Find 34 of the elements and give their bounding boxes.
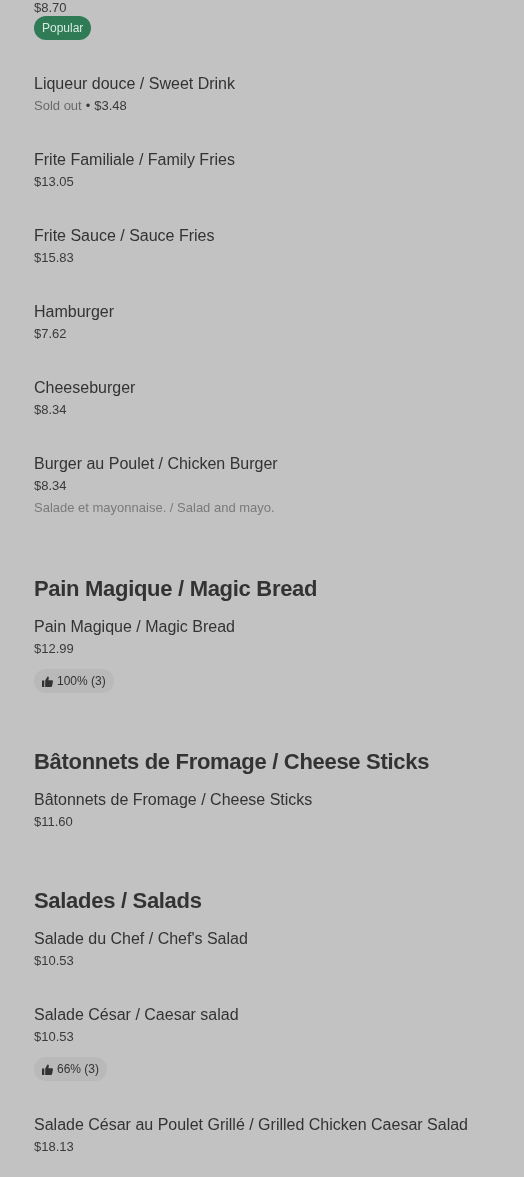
item-description: Salade et mayonnaise. / Salad and mayo. [34,499,275,517]
item-price: $7.62 [34,325,67,343]
item-name[interactable]: Bâtonnets de Fromage / Cheese Sticks [34,788,313,812]
item-name[interactable]: Burger au Poulet / Chicken Burger [34,452,278,476]
item-price: $15.83 [34,249,74,267]
separator: • [85,97,91,115]
item-price: $10.53 [34,1028,74,1046]
item-name[interactable]: Salade du Chef / Chef's Salad [34,927,248,951]
item-price: $8.34 [34,477,67,495]
item-name[interactable]: Salade César au Poulet Grillé / Grilled Chicken Caesar Salad [34,1113,468,1137]
thumbs-up-icon [42,675,53,687]
item-price: $8.70 [34,0,67,16]
item-name[interactable]: Hamburger [34,300,115,324]
item-price: $3.48 [94,97,127,115]
item-name[interactable]: Liqueur douce / Sweet Drink [34,72,235,96]
item-price: $13.05 [34,173,74,191]
item-name[interactable]: Salade César / Caesar salad [34,1003,239,1027]
item-name[interactable]: Cheeseburger [34,376,136,400]
rating-badge: 66% (3) [34,1057,108,1081]
rating-badge: 100% (3) [34,669,114,693]
item-price: $18.13 [34,1138,74,1156]
popular-badge: Popular [34,16,92,40]
item-name[interactable]: Pain Magique / Magic Bread [34,615,235,639]
item-name[interactable]: Frite Familiale / Family Fries [34,148,235,172]
item-price: $8.34 [34,401,67,419]
item-price: $12.99 [34,640,74,658]
item-price: $10.53 [34,952,74,970]
thumbs-up-icon [42,1063,53,1075]
availability-status: Sold out [34,97,82,115]
section-heading: Bâtonnets de Fromage / Cheese Sticks [34,748,430,776]
section-heading: Pain Magique / Magic Bread [34,575,318,603]
section-heading: Salades / Salads [34,887,202,915]
item-price: $11.60 [34,813,73,831]
item-name[interactable]: Frite Sauce / Sauce Fries [34,224,215,248]
